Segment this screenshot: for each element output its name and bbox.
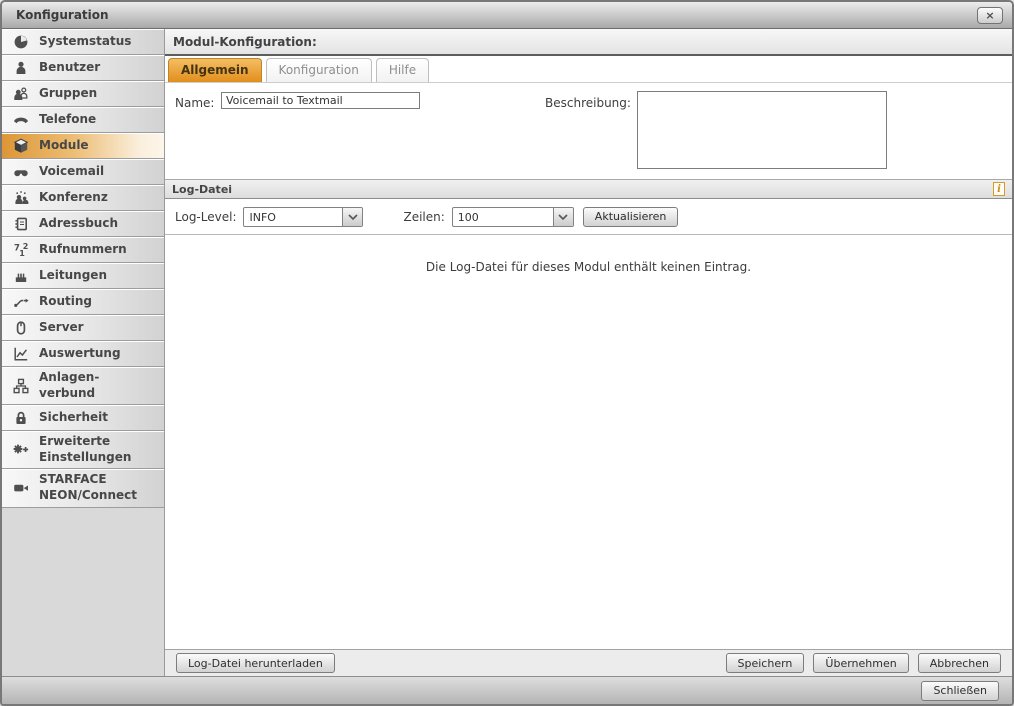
window-footer: Schließen (2, 676, 1012, 704)
numbers-icon: 712 (9, 242, 33, 258)
sidebar-item-label: Benutzer (33, 60, 100, 76)
sidebar-item-auswertung[interactable]: Auswertung (2, 341, 164, 367)
sidebar-item-gruppen[interactable]: Gruppen (2, 81, 164, 107)
sidebar-item-benutzer[interactable]: Benutzer (2, 55, 164, 81)
lock-icon (9, 410, 33, 426)
log-level-select[interactable]: INFO (243, 207, 363, 227)
uebernehmen-button[interactable]: Übernehmen (813, 653, 908, 673)
phone-icon (9, 112, 33, 128)
sidebar-item-sicherheit[interactable]: Sicherheit (2, 405, 164, 431)
title-bar: Konfiguration × (2, 2, 1012, 29)
sidebar-item-label: Rufnummern (33, 242, 127, 258)
content-panel: Modul-Konfiguration: AllgemeinKonfigurat… (165, 29, 1012, 676)
sidebar-item-routing[interactable]: Routing (2, 289, 164, 315)
konfiguration-window: Konfiguration × Systemstatus Benutzer Grup… (0, 0, 1014, 706)
sidebar-filler (2, 508, 164, 676)
name-label: Name: (175, 96, 214, 110)
sidebar-item-adressbuch[interactable]: Adressbuch (2, 211, 164, 237)
chevron-down-icon (342, 208, 362, 226)
sidebar-item-label: Sicherheit (33, 410, 108, 426)
description-label: Beschreibung: (545, 96, 631, 110)
sidebar-item-label: Routing (33, 294, 92, 310)
server-icon (9, 320, 33, 336)
address-book-icon (9, 216, 33, 232)
sidebar-item-label: Erweiterte Einstellungen (33, 434, 131, 465)
log-level-label: Log-Level: (175, 210, 236, 224)
speichern-button[interactable]: Speichern (726, 653, 805, 673)
sidebar-item-starface-neon-connect[interactable]: STARFACE NEON/Connect (2, 469, 164, 507)
tab-allgemein[interactable]: Allgemein (168, 58, 262, 82)
info-icon[interactable]: i (993, 182, 1005, 196)
cube-icon (9, 138, 33, 154)
sidebar-item-label: STARFACE NEON/Connect (33, 472, 137, 503)
sidebar-item-rufnummern[interactable]: 712Rufnummern (2, 237, 164, 263)
chart-icon (9, 346, 33, 362)
lines-label: Zeilen: (403, 210, 444, 224)
description-textarea[interactable] (637, 91, 887, 169)
conference-icon (9, 190, 33, 206)
lines-select[interactable]: 100 (452, 207, 574, 227)
sidebar-item-anlagenverbund[interactable]: Anlagen- verbund (2, 367, 164, 405)
sidebar-item-label: Module (33, 138, 89, 154)
sidebar-item-module[interactable]: Module (2, 133, 164, 159)
window-title: Konfiguration (11, 8, 109, 22)
log-file-section-header: Log-Datei i (165, 179, 1012, 199)
log-file-section-title: Log-Datei (172, 183, 232, 196)
network-icon (9, 378, 33, 394)
sidebar-item-label: Systemstatus (33, 34, 131, 50)
sidebar-item-erweiterte-einstellungen[interactable]: Erweiterte Einstellungen (2, 431, 164, 469)
system-status-icon (9, 34, 33, 50)
sidebar-item-label: Gruppen (33, 86, 97, 102)
voicemail-icon (9, 164, 33, 180)
chevron-down-icon (553, 208, 573, 226)
content-footer: Log-Datei herunterladen Speichern Überneh… (165, 649, 1012, 676)
routing-icon (9, 294, 33, 310)
general-form: Name: Beschreibung: (165, 83, 1012, 179)
video-camera-icon (9, 480, 33, 496)
close-window-button[interactable]: Schließen (921, 681, 999, 701)
download-log-button[interactable]: Log-Datei herunterladen (176, 653, 335, 673)
svg-text:2: 2 (23, 242, 29, 251)
sidebar-item-telefone[interactable]: Telefone (2, 107, 164, 133)
window-close-button[interactable]: × (977, 7, 1003, 24)
abbrechen-button[interactable]: Abbrechen (918, 653, 1001, 673)
sidebar-item-voicemail[interactable]: Voicemail (2, 159, 164, 185)
sidebar-item-label: Adressbuch (33, 216, 118, 232)
content-header: Modul-Konfiguration: (165, 29, 1012, 56)
gear-plus-icon (9, 442, 33, 458)
sidebar-item-label: Server (33, 320, 84, 336)
tab-bar: AllgemeinKonfigurationHilfe (165, 56, 1012, 83)
action-buttons: Speichern Übernehmen Abbrechen (726, 653, 1001, 673)
tab-konfiguration[interactable]: Konfiguration (266, 58, 372, 82)
lines-value: 100 (453, 208, 484, 226)
sidebar-item-label: Auswertung (33, 346, 121, 362)
page-title: Modul-Konfiguration: (173, 35, 317, 49)
sidebar-item-label: Konferenz (33, 190, 108, 206)
tab-hilfe[interactable]: Hilfe (376, 58, 429, 82)
sidebar-item-label: Anlagen- verbund (33, 370, 99, 401)
refresh-button[interactable]: Aktualisieren (583, 207, 679, 227)
sidebar-item-leitungen[interactable]: Leitungen (2, 263, 164, 289)
log-empty-message: Die Log-Datei für dieses Modul enthält k… (426, 260, 751, 274)
main-area: Systemstatus Benutzer Gruppen Telefone Modul… (2, 29, 1012, 676)
sidebar: Systemstatus Benutzer Gruppen Telefone Modul… (2, 29, 165, 676)
sidebar-item-label: Voicemail (33, 164, 104, 180)
user-icon (9, 60, 33, 76)
log-level-value: INFO (244, 208, 280, 226)
name-input[interactable] (221, 92, 420, 109)
lines-icon (9, 268, 33, 284)
log-controls: Log-Level: INFO Zeilen: 100 Aktualisiere… (165, 199, 1012, 235)
sidebar-item-konferenz[interactable]: Konferenz (2, 185, 164, 211)
log-output-area: Die Log-Datei für dieses Modul enthält k… (165, 235, 1012, 649)
sidebar-item-label: Telefone (33, 112, 96, 128)
sidebar-item-systemstatus[interactable]: Systemstatus (2, 29, 164, 55)
sidebar-item-label: Leitungen (33, 268, 107, 284)
users-icon (9, 86, 33, 102)
sidebar-item-server[interactable]: Server (2, 315, 164, 341)
